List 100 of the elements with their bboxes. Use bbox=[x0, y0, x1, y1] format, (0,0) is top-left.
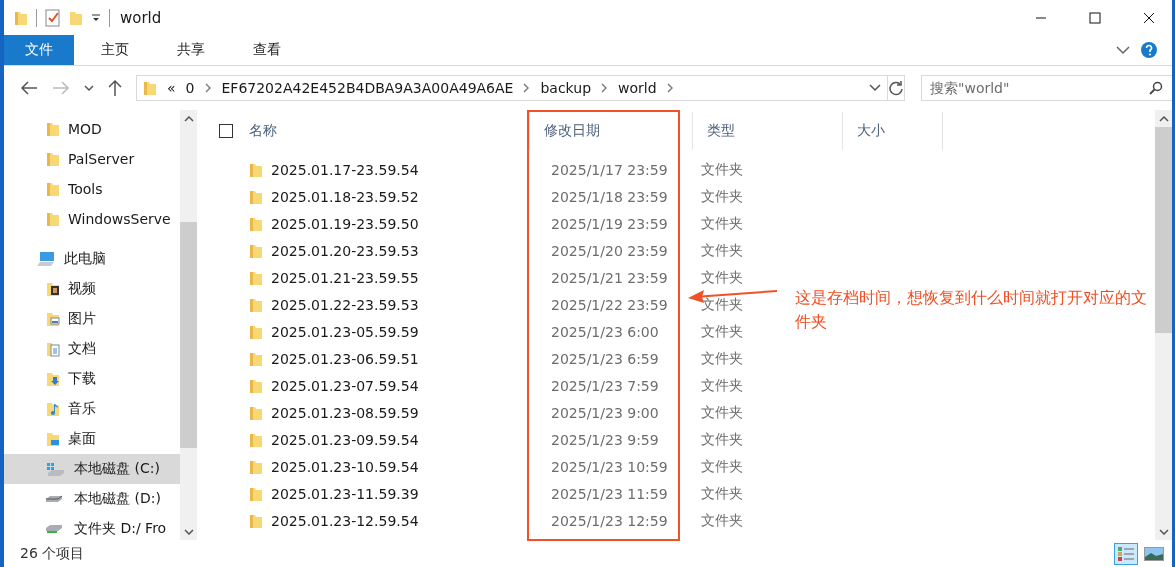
folder-icon bbox=[143, 80, 157, 96]
file-name[interactable]: 2025.01.23-10.59.54 bbox=[271, 458, 419, 475]
file-name[interactable]: 2025.01.23-08.59.59 bbox=[271, 404, 419, 421]
column-header[interactable]: 名称 bbox=[249, 122, 277, 140]
select-all-checkbox[interactable] bbox=[219, 124, 233, 138]
sidebar-item[interactable]: 文件夹 D:/ Fro bbox=[4, 514, 180, 540]
folder-icon bbox=[249, 296, 263, 313]
folder-icon bbox=[249, 431, 263, 448]
scroll-up-icon[interactable] bbox=[183, 115, 194, 122]
file-type: 文件夹 bbox=[701, 295, 743, 314]
file-type: 文件夹 bbox=[701, 322, 743, 341]
sidebar-item[interactable]: 本地磁盘 (D:) bbox=[4, 484, 180, 514]
modified-date: 2025/1/17 23:59 bbox=[551, 161, 669, 178]
help-icon[interactable] bbox=[1140, 41, 1158, 59]
modified-date: 2025/1/23 12:59 bbox=[551, 512, 669, 529]
file-name[interactable]: 2025.01.20-23.59.53 bbox=[271, 242, 419, 259]
column-header[interactable]: 大小 bbox=[843, 112, 943, 150]
scroll-down-icon[interactable] bbox=[1158, 528, 1169, 535]
modified-date: 2025/1/23 9:00 bbox=[551, 404, 660, 421]
ribbon-tab[interactable]: 文件 bbox=[4, 35, 74, 65]
search-field[interactable]: 搜索"world" bbox=[921, 75, 1172, 101]
column-header[interactable]: 修改日期 bbox=[530, 112, 693, 150]
file-type: 文件夹 bbox=[701, 160, 743, 179]
overflow-chevron[interactable]: « bbox=[167, 80, 176, 96]
file-name[interactable]: 2025.01.18-23.59.52 bbox=[271, 188, 419, 205]
folder-icon bbox=[46, 121, 60, 137]
video-folder-icon bbox=[46, 281, 60, 297]
sidebar-item[interactable]: 视频 bbox=[4, 274, 180, 304]
scrollbar[interactable] bbox=[1155, 110, 1172, 540]
folder-icon bbox=[14, 9, 28, 26]
file-name[interactable]: 2025.01.19-23.59.50 bbox=[271, 215, 419, 232]
downloads-folder-icon bbox=[46, 371, 60, 387]
file-type: 文件夹 bbox=[701, 268, 743, 287]
chevron-icon[interactable] bbox=[666, 83, 674, 93]
address-bar[interactable]: « 0 EF67202A42E452B4DBA9A3A00A49A6AE backup world bbox=[136, 75, 888, 101]
modified-date: 2025/1/22 23:59 bbox=[551, 296, 669, 313]
folder-icon bbox=[249, 485, 263, 502]
folder-icon bbox=[249, 215, 263, 232]
scroll-down-icon[interactable] bbox=[183, 528, 194, 535]
modified-date: 2025/1/20 23:59 bbox=[551, 242, 669, 259]
properties-icon[interactable] bbox=[45, 8, 61, 27]
folder-icon bbox=[249, 161, 263, 178]
item-count: 26 个项目 bbox=[20, 544, 85, 563]
pictures-folder-icon bbox=[46, 311, 60, 327]
sidebar-item[interactable]: 图片 bbox=[4, 304, 180, 334]
file-type: 文件夹 bbox=[701, 511, 743, 530]
file-name[interactable]: 2025.01.22-23.59.53 bbox=[271, 296, 419, 313]
ribbon-tab[interactable]: 主页 bbox=[80, 35, 150, 65]
column-header[interactable]: 类型 bbox=[693, 112, 843, 150]
file-name[interactable]: 2025.01.23-05.59.59 bbox=[271, 323, 419, 340]
file-name[interactable]: 2025.01.21-23.59.55 bbox=[271, 269, 419, 286]
sidebar-item[interactable]: 本地磁盘 (C:) bbox=[4, 454, 180, 484]
sidebar-item[interactable]: 音乐 bbox=[4, 394, 180, 424]
maximize-icon[interactable] bbox=[1089, 11, 1101, 24]
file-type: 文件夹 bbox=[701, 457, 743, 476]
sidebar-item[interactable]: 文档 bbox=[4, 334, 180, 364]
file-name[interactable]: 2025.01.23-07.59.54 bbox=[271, 377, 419, 394]
modified-date: 2025/1/23 6:00 bbox=[551, 323, 660, 340]
close-icon[interactable] bbox=[1143, 11, 1155, 24]
folder-icon bbox=[249, 242, 263, 259]
sidebar-item[interactable]: PalServer bbox=[4, 144, 180, 174]
folder-icon bbox=[249, 458, 263, 475]
file-name[interactable]: 2025.01.23-11.59.39 bbox=[271, 485, 419, 502]
sidebar-item[interactable]: 桌面 bbox=[4, 424, 180, 454]
modified-date: 2025/1/23 10:59 bbox=[551, 458, 669, 475]
computer-icon bbox=[36, 251, 56, 267]
folder-icon bbox=[249, 512, 263, 529]
sidebar-item[interactable]: 此电脑 bbox=[4, 244, 180, 274]
file-type: 文件夹 bbox=[701, 241, 743, 260]
breadcrumb[interactable]: EF67202A42E452B4DBA9A3A00A49A6AE bbox=[221, 80, 514, 96]
ribbon-tab[interactable]: 共享 bbox=[156, 35, 226, 65]
file-name[interactable]: 2025.01.23-06.59.51 bbox=[271, 350, 419, 367]
expand-ribbon-icon[interactable] bbox=[1116, 45, 1130, 55]
breadcrumb[interactable]: backup bbox=[540, 80, 592, 96]
sidebar-item[interactable]: WindowsServe bbox=[4, 204, 180, 234]
sidebar-item[interactable]: MOD bbox=[4, 114, 180, 144]
chevron-icon[interactable] bbox=[204, 83, 212, 93]
file-name[interactable]: 2025.01.17-23.59.54 bbox=[271, 161, 419, 178]
scroll-up-icon[interactable] bbox=[1158, 115, 1169, 122]
breadcrumb[interactable]: world bbox=[618, 80, 657, 96]
scrollbar[interactable] bbox=[180, 110, 197, 540]
dropdown-icon[interactable] bbox=[869, 84, 881, 92]
chevron-icon[interactable] bbox=[601, 83, 609, 93]
chevron-icon[interactable] bbox=[523, 83, 531, 93]
system-drive-icon bbox=[46, 461, 66, 477]
network-drive-icon bbox=[46, 524, 64, 534]
dropdown-icon[interactable] bbox=[91, 12, 101, 23]
folder-icon bbox=[46, 211, 60, 227]
folder-icon bbox=[249, 404, 263, 421]
refresh-button[interactable] bbox=[887, 75, 905, 101]
sidebar-item[interactable]: 下载 bbox=[4, 364, 180, 394]
file-name[interactable]: 2025.01.23-12.59.54 bbox=[271, 512, 419, 529]
breadcrumb[interactable]: 0 bbox=[185, 80, 195, 96]
file-name[interactable]: 2025.01.23-09.59.54 bbox=[271, 431, 419, 448]
ribbon-tab[interactable]: 查看 bbox=[232, 35, 302, 65]
documents-folder-icon bbox=[46, 341, 60, 357]
details-view-button[interactable] bbox=[1114, 542, 1138, 565]
folder-icon bbox=[46, 181, 60, 197]
sidebar-item[interactable]: Tools bbox=[4, 174, 180, 204]
file-type: 文件夹 bbox=[701, 214, 743, 233]
